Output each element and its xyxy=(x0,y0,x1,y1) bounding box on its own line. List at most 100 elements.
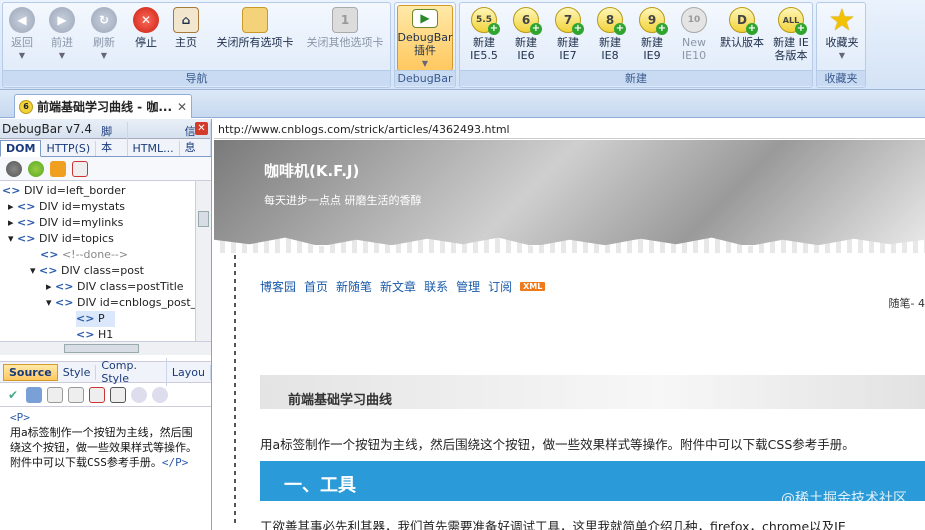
settings-icon[interactable] xyxy=(6,160,22,177)
copy-icon[interactable] xyxy=(47,386,63,403)
tree-node[interactable]: ▸ <> DIV class=postTitle xyxy=(46,279,184,295)
node-icon: <> xyxy=(2,184,21,197)
tab-source[interactable]: Source xyxy=(3,363,58,381)
nav-link-home[interactable]: 首页 xyxy=(304,278,328,295)
target-icon[interactable] xyxy=(28,160,44,177)
ie-icon: ALL + xyxy=(778,7,807,35)
new-ie7-button[interactable]: 7 + 新建 IE7 xyxy=(548,7,588,62)
node-icon: <> xyxy=(40,248,59,261)
new-ie8-button[interactable]: 8 + 新建 IE8 xyxy=(590,7,630,62)
ie-icon: 7 + xyxy=(555,7,584,35)
delete-icon[interactable] xyxy=(89,386,105,403)
close-tag: </P> xyxy=(161,456,189,469)
web-content: 咖啡机(K.F.J) 每天进步一点点 研磨生活的香醇 博客园 首页 新随笔 新文… xyxy=(214,140,925,530)
node-icon: <> xyxy=(55,296,74,309)
default-version-button[interactable]: D + 默认版本 xyxy=(716,7,768,49)
tab-script[interactable]: 脚本 xyxy=(96,122,128,156)
refresh-button[interactable]: ↻ 刷新 ▼ xyxy=(89,7,119,62)
save-icon[interactable] xyxy=(110,386,126,403)
back-icon: ◀ xyxy=(9,7,35,33)
tab-style[interactable]: Style xyxy=(58,364,97,380)
xml-badge[interactable]: XML xyxy=(520,282,546,291)
tab-bar: 6 前端基础学习曲线 - 咖... ✕ xyxy=(0,90,925,118)
dom-toolbar xyxy=(0,157,211,181)
source-toolbar: ✔ xyxy=(0,383,211,407)
tree-node[interactable]: ▾ <> DIV id=cnblogs_post_b xyxy=(46,295,203,311)
stop-icon: ✕ xyxy=(133,7,159,33)
forward-button[interactable]: ▶ 前进 ▼ xyxy=(47,7,77,62)
tab-computed-style[interactable]: Comp. Style xyxy=(96,358,167,386)
scroll-thumb[interactable] xyxy=(198,211,209,227)
close-other-tabs-button[interactable]: 1 关闭其他选项卡 xyxy=(299,7,391,49)
home-button[interactable]: ⌂ 主页 xyxy=(171,7,201,49)
debugbar-title: DebugBar v7.4 xyxy=(2,121,92,136)
nav-link-new-article[interactable]: 新文章 xyxy=(380,278,416,295)
browser-tab[interactable]: 6 前端基础学习曲线 - 咖... ✕ xyxy=(14,94,192,118)
post-title[interactable]: 前端基础学习曲线 xyxy=(288,389,392,408)
chevron-down-icon: ▼ xyxy=(58,51,66,60)
plus-icon: + xyxy=(614,23,626,35)
new-ie6-button[interactable]: 6 + 新建 IE6 xyxy=(506,7,546,62)
new-ie10-button[interactable]: 10 New IE10 xyxy=(674,7,714,62)
nav-link-admin[interactable]: 管理 xyxy=(456,278,480,295)
node-icon: <> xyxy=(17,232,36,245)
tree-node[interactable]: <> <!--done--> xyxy=(40,247,128,263)
stop-button[interactable]: ✕ 停止 xyxy=(131,7,161,49)
post-intro: 用a标签制作一个按钮为主线，然后围绕这个按钮，做一些效果样式等操作。附件中可以下… xyxy=(260,437,855,452)
delete-node-icon[interactable] xyxy=(72,160,88,177)
star-icon: ★ xyxy=(828,2,856,38)
site-subtitle: 每天进步一点点 研磨生活的香醇 xyxy=(264,194,422,207)
tree-node[interactable]: ▸ <> DIV id=mylinks xyxy=(8,215,123,231)
decorative-line xyxy=(234,255,236,525)
tab-html[interactable]: HTML... xyxy=(128,141,180,156)
source-tabs: Source Style Comp. Style Layou xyxy=(0,358,211,386)
close-all-tabs-button[interactable]: 关闭所有选项卡 xyxy=(209,7,301,49)
debugbar-plugin-button[interactable]: ▶ DebugBar 插件 ▼ xyxy=(397,5,453,71)
nav-link-cnblogs[interactable]: 博客园 xyxy=(260,278,296,295)
source-view[interactable]: <P> 用a标签制作一个按钮为主线，然后围绕这个按钮，做一些效果样式等操作。附件… xyxy=(0,407,211,473)
tree-node[interactable]: ▾ <> DIV id=topics xyxy=(8,231,114,247)
nav-link-new-post[interactable]: 新随笔 xyxy=(336,278,372,295)
site-title[interactable]: 咖啡机(K.F.J) xyxy=(264,160,359,181)
new-ie-all-versions-button[interactable]: ALL + 新建 IE 各版本 xyxy=(770,7,812,62)
tree-horizontal-scrollbar[interactable] xyxy=(0,341,211,355)
favorites-group: ★ 收藏夹 ▼ 收藏夹 xyxy=(816,2,866,88)
plus-icon: + xyxy=(656,23,668,35)
brush-icon[interactable] xyxy=(26,386,42,403)
plus-icon: + xyxy=(572,23,584,35)
paste-icon[interactable] xyxy=(68,386,84,403)
refresh-dom-icon[interactable] xyxy=(50,160,66,177)
check-icon[interactable]: ✔ xyxy=(5,386,21,403)
tree-node[interactable]: <> DIV id=left_border xyxy=(2,183,126,199)
torn-edge xyxy=(214,237,925,253)
nav-link-contact[interactable]: 联系 xyxy=(424,278,448,295)
scroll-thumb[interactable] xyxy=(64,344,139,353)
chevron-down-icon: ▼ xyxy=(18,51,26,60)
favorites-button[interactable]: ★ 收藏夹 ▼ xyxy=(820,2,864,62)
tree-vertical-scrollbar[interactable] xyxy=(195,181,211,341)
tree-node[interactable]: ▸ <> DIV id=mystats xyxy=(8,199,125,215)
chevron-down-icon: ▼ xyxy=(100,51,108,60)
tree-node[interactable]: ▾ <> DIV class=post xyxy=(30,263,144,279)
new-ie9-button[interactable]: 9 + 新建 IE9 xyxy=(632,7,672,62)
tab-info[interactable]: 信息 xyxy=(180,122,211,156)
tab-dom[interactable]: DOM xyxy=(0,140,42,157)
redo-icon[interactable] xyxy=(152,386,168,403)
address-bar[interactable]: http://www.cnblogs.com/strick/articles/4… xyxy=(214,121,925,139)
close-all-tabs-icon xyxy=(242,7,268,33)
tree-node-selected[interactable]: <> P xyxy=(76,311,115,327)
favorites-group-label: 收藏夹 xyxy=(817,70,865,86)
node-icon: <> xyxy=(55,280,74,293)
back-button[interactable]: ◀ 返回 ▼ xyxy=(7,7,37,62)
debugbar-icon: ▶ xyxy=(412,9,438,28)
ie-icon: 10 xyxy=(681,7,707,33)
tree-node[interactable]: <> H1 xyxy=(76,327,113,341)
close-tab-icon[interactable]: ✕ xyxy=(177,100,187,114)
dom-tree: <> DIV id=left_border ▸ <> DIV id=mystat… xyxy=(0,181,211,341)
tab-http[interactable]: HTTP(S) xyxy=(41,141,97,156)
tab-layout[interactable]: Layou xyxy=(167,364,211,380)
new-ie55-button[interactable]: 5.5 + 新建 IE5.5 xyxy=(464,7,504,62)
nav-link-subscribe[interactable]: 订阅 xyxy=(488,278,512,295)
undo-icon[interactable] xyxy=(131,386,147,403)
plus-icon: + xyxy=(488,23,500,35)
